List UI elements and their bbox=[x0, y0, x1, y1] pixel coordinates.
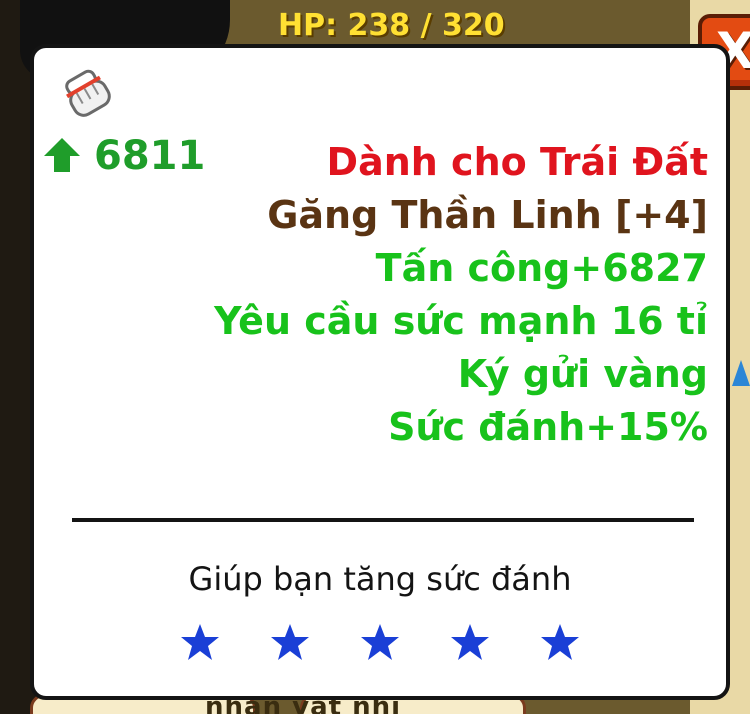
power-row: 6811 bbox=[42, 132, 205, 180]
item-description: Giúp bạn tăng sức đánh bbox=[188, 560, 572, 598]
item-class-line: Dành cho Trái Đất bbox=[326, 140, 708, 184]
star-icon bbox=[451, 624, 489, 660]
star-icon bbox=[541, 624, 579, 660]
item-name: Găng Thần Linh [+4] bbox=[267, 193, 708, 237]
up-arrow-icon bbox=[44, 138, 80, 172]
damage-bonus: Sức đánh+15% bbox=[388, 405, 708, 449]
hp-readout: HP: 238 / 320 bbox=[278, 8, 505, 43]
star-icon bbox=[361, 624, 399, 660]
divider bbox=[72, 518, 694, 522]
scroll-up-icon[interactable] bbox=[732, 360, 750, 386]
item-stats: Dành cho Trái Đất Găng Thần Linh [+4] Tấ… bbox=[214, 136, 708, 454]
power-requirement: Yêu cầu sức mạnh 16 tỉ bbox=[214, 299, 708, 343]
consign-gold: Ký gửi vàng bbox=[457, 352, 708, 396]
attack-stat: Tấn công+6827 bbox=[375, 246, 708, 290]
item-tooltip: 6811 Dành cho Trái Đất Găng Thần Linh [+… bbox=[30, 44, 730, 700]
power-value: 6811 bbox=[94, 133, 206, 179]
glove-icon bbox=[65, 69, 111, 117]
star-icon bbox=[181, 624, 219, 660]
star-icon bbox=[271, 624, 309, 660]
star-rating bbox=[180, 622, 580, 662]
